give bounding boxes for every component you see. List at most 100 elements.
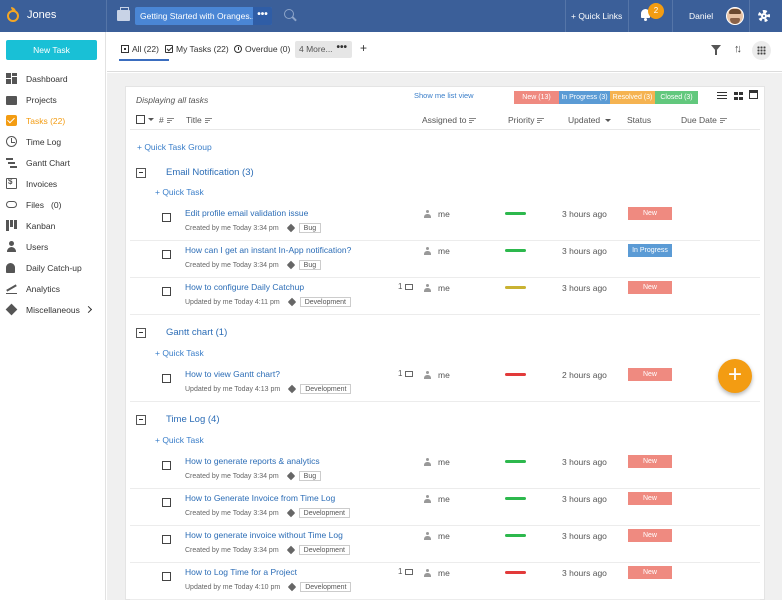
row-checkbox[interactable]: [162, 250, 171, 259]
status-filter-resolved[interactable]: Resolved (3): [610, 91, 655, 104]
row-checkbox[interactable]: [162, 461, 171, 470]
assignee[interactable]: me: [424, 494, 450, 504]
status-badge[interactable]: New: [628, 455, 672, 468]
table-row[interactable]: How to Log Time for a Project Updated by…: [130, 563, 760, 600]
task-title-link[interactable]: How can I get an instant In-App notifica…: [185, 245, 351, 255]
show-me-list-view-link[interactable]: Show me list view: [414, 91, 474, 100]
grid-view-icon[interactable]: [734, 92, 743, 100]
assignee[interactable]: me: [424, 531, 450, 541]
table-row[interactable]: How to configure Daily Catchup Updated b…: [130, 278, 760, 315]
table-row[interactable]: How to Generate Invoice from Time Log Cr…: [130, 489, 760, 526]
priority-bar[interactable]: [505, 571, 526, 574]
task-title-link[interactable]: How to generate reports & analytics: [185, 456, 320, 466]
quick-task-button[interactable]: + Quick Task: [155, 187, 204, 197]
priority-bar[interactable]: [505, 460, 526, 463]
task-title-link[interactable]: How to Log Time for a Project: [185, 567, 297, 577]
status-filter-closed[interactable]: Closed (3): [655, 91, 698, 104]
row-checkbox[interactable]: [162, 535, 171, 544]
assignee[interactable]: me: [424, 283, 450, 293]
group-header[interactable]: Email Notification (3): [136, 167, 254, 178]
brand[interactable]: Jones: [6, 7, 56, 23]
quick-task-group-button[interactable]: + Quick Task Group: [137, 142, 212, 152]
table-row[interactable]: How to generate invoice without Time Log…: [130, 526, 760, 563]
row-checkbox[interactable]: [162, 498, 171, 507]
list-view-icon[interactable]: [717, 92, 727, 99]
project-selector[interactable]: Getting Started with Oranges...: [135, 7, 272, 25]
table-row[interactable]: How to generate reports & analytics Crea…: [130, 452, 760, 489]
apps-grid-icon[interactable]: [752, 41, 771, 60]
table-row[interactable]: How can I get an instant In-App notifica…: [130, 241, 760, 278]
task-tag[interactable]: Development: [300, 582, 352, 592]
filter-icon[interactable]: [711, 45, 721, 55]
collapse-toggle[interactable]: [136, 414, 146, 425]
sidebar-item-files[interactable]: Files (0): [0, 194, 106, 215]
comment-count[interactable]: 1: [398, 282, 414, 291]
user-name[interactable]: Daniel: [689, 11, 713, 21]
task-title-link[interactable]: How to Generate Invoice from Time Log: [185, 493, 335, 503]
assignee[interactable]: me: [424, 246, 450, 256]
new-task-button[interactable]: New Task: [6, 40, 97, 60]
add-tab-button[interactable]: +: [360, 41, 367, 55]
status-filter-in-progress[interactable]: In Progress (3): [559, 91, 610, 104]
column-due-date[interactable]: Due Date: [681, 115, 727, 125]
task-tag[interactable]: Bug: [298, 471, 322, 481]
task-tag[interactable]: Development: [298, 508, 350, 518]
assignee[interactable]: me: [424, 457, 450, 467]
status-badge[interactable]: New: [628, 281, 672, 294]
tab-all[interactable]: All (22): [121, 44, 159, 54]
select-all-checkbox[interactable]: [136, 115, 145, 124]
priority-bar[interactable]: [505, 373, 526, 376]
task-title-link[interactable]: How to view Gantt chart?: [185, 369, 280, 379]
task-title-link[interactable]: How to configure Daily Catchup: [185, 282, 304, 292]
assignee[interactable]: me: [424, 370, 450, 380]
task-tag[interactable]: Bug: [298, 223, 322, 233]
priority-bar[interactable]: [505, 286, 526, 289]
status-badge[interactable]: New: [628, 492, 672, 505]
sidebar-item-miscellaneous[interactable]: Miscellaneous: [0, 299, 106, 320]
task-tag[interactable]: Development: [300, 384, 352, 394]
quick-task-button[interactable]: + Quick Task: [155, 435, 204, 445]
task-tag[interactable]: Development: [298, 545, 350, 555]
task-tag[interactable]: Bug: [298, 260, 322, 270]
avatar[interactable]: [726, 7, 744, 25]
priority-bar[interactable]: [505, 497, 526, 500]
status-filter-new[interactable]: New (13): [514, 91, 559, 104]
table-row[interactable]: How to view Gantt chart? Updated by me T…: [130, 365, 760, 402]
sidebar-item-invoices[interactable]: Invoices: [0, 173, 106, 194]
row-checkbox[interactable]: [162, 374, 171, 383]
row-checkbox[interactable]: [162, 287, 171, 296]
search-icon[interactable]: [284, 9, 297, 22]
priority-bar[interactable]: [505, 212, 526, 215]
task-title-link[interactable]: Edit profile email validation issue: [185, 208, 308, 218]
task-title-link[interactable]: How to generate invoice without Time Log: [185, 530, 343, 540]
task-tag[interactable]: Development: [299, 297, 351, 307]
select-all[interactable]: [136, 115, 154, 124]
assignee[interactable]: me: [424, 568, 450, 578]
column-status[interactable]: Status: [627, 115, 651, 125]
project-more-button[interactable]: •••: [253, 7, 272, 25]
assignee[interactable]: me: [424, 209, 450, 219]
collapse-toggle[interactable]: [136, 167, 146, 178]
quick-task-button[interactable]: + Quick Task: [155, 348, 204, 358]
priority-bar[interactable]: [505, 249, 526, 252]
collapse-toggle[interactable]: [136, 327, 146, 338]
sidebar-item-time-log[interactable]: Time Log: [0, 131, 106, 152]
notification-badge[interactable]: 2: [648, 3, 664, 19]
comment-count[interactable]: 1: [398, 369, 414, 378]
sort-icon[interactable]: ↑↓: [734, 43, 742, 55]
sidebar-item-dashboard[interactable]: Dashboard: [0, 68, 106, 89]
sidebar-item-tasks[interactable]: Tasks (22): [0, 110, 106, 131]
column-assigned-to[interactable]: Assigned to: [422, 115, 477, 125]
status-badge[interactable]: New: [628, 529, 672, 542]
row-checkbox[interactable]: [162, 572, 171, 581]
status-badge[interactable]: In Progress: [628, 244, 672, 257]
status-badge[interactable]: New: [628, 566, 672, 579]
group-header[interactable]: Gantt chart (1): [136, 327, 227, 338]
priority-bar[interactable]: [505, 534, 526, 537]
tab-more[interactable]: 4 More... •••: [295, 41, 352, 58]
gear-icon[interactable]: [757, 9, 771, 23]
sidebar-item-analytics[interactable]: Analytics: [0, 278, 106, 299]
calendar-view-icon[interactable]: [749, 90, 758, 99]
sidebar-item-gantt-chart[interactable]: Gantt Chart: [0, 152, 106, 173]
comment-count[interactable]: 1: [398, 567, 414, 576]
